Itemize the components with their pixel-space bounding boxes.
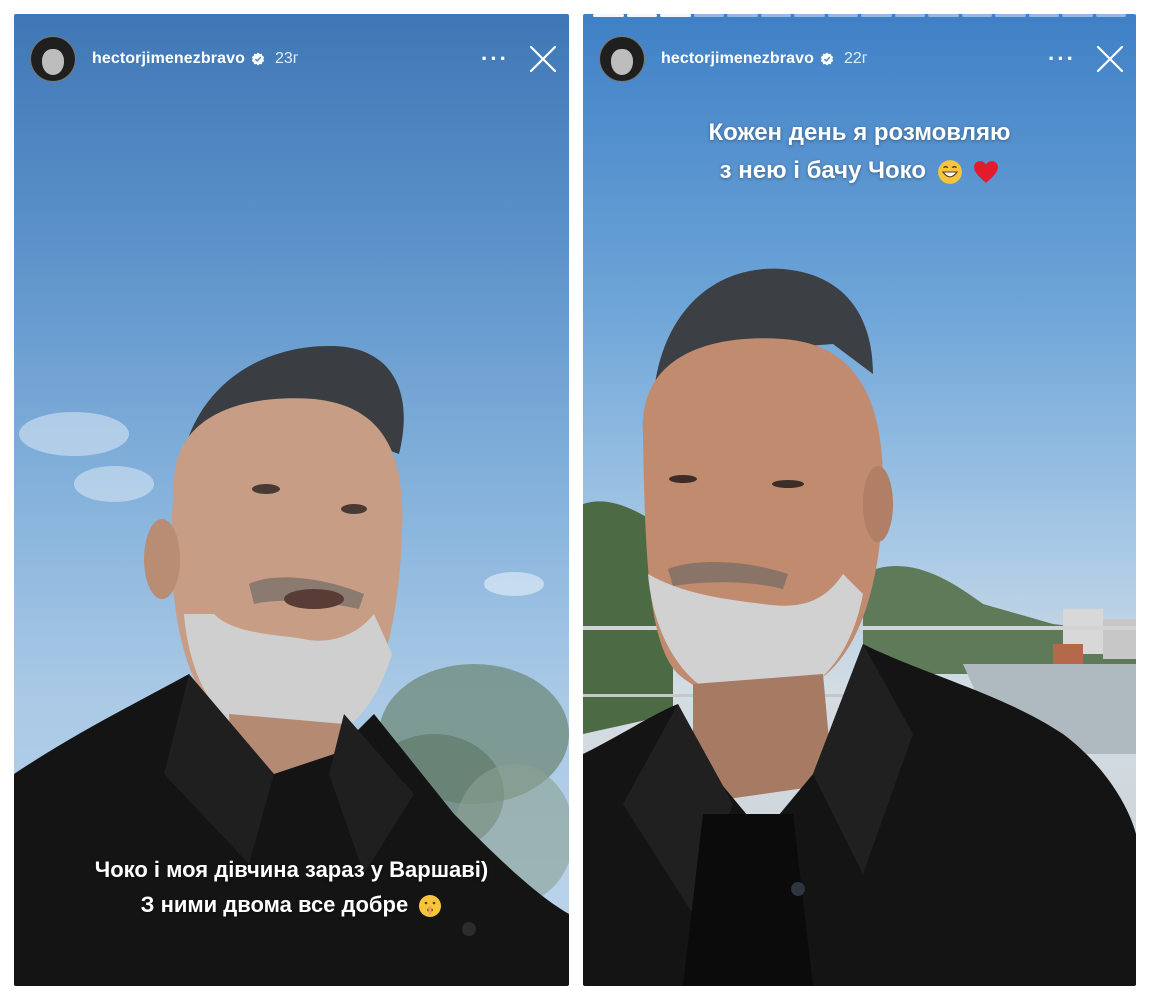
caption-line-1: Чоко і моя дівчина зараз у Варшаві) bbox=[94, 857, 489, 882]
more-options-icon[interactable]: ··· bbox=[1048, 48, 1076, 70]
caption-line-1: Кожен день я розмовляю bbox=[708, 119, 1011, 146]
shushing-face-emoji-icon bbox=[419, 895, 442, 918]
post-time: 23г bbox=[274, 50, 299, 67]
verified-badge-icon bbox=[251, 52, 265, 66]
story-caption: Чоко і моя дівчина зараз у Варшаві) З ни… bbox=[14, 852, 569, 922]
story-photo bbox=[14, 345, 569, 986]
verified-badge-icon bbox=[820, 52, 834, 66]
red-heart-emoji-icon bbox=[974, 160, 999, 183]
story-frame-left[interactable]: hectorjimenezbravo 23г ··· Чоко і моя ді… bbox=[14, 14, 569, 986]
avatar[interactable] bbox=[30, 36, 76, 82]
username[interactable]: hectorjimenezbravo bbox=[92, 50, 245, 68]
story-header: hectorjimenezbravo 23г ··· bbox=[30, 28, 559, 90]
more-options-icon[interactable]: ··· bbox=[481, 48, 509, 70]
story-frame-right[interactable]: hectorjimenezbravo 22г ··· Кожен день я … bbox=[583, 14, 1136, 986]
avatar[interactable] bbox=[599, 36, 645, 82]
close-icon[interactable] bbox=[1094, 43, 1126, 75]
story-header: hectorjimenezbravo 22г ··· bbox=[599, 28, 1126, 90]
username[interactable]: hectorjimenezbravo bbox=[661, 50, 814, 68]
close-icon[interactable] bbox=[527, 43, 559, 75]
story-progress-bar bbox=[593, 14, 1126, 17]
story-caption: Кожен день я розмовляю з нею і бачу Чоко bbox=[583, 114, 1136, 190]
grinning-face-emoji-icon bbox=[937, 159, 962, 184]
caption-line-2: З ними двома все добре bbox=[14, 887, 569, 922]
post-time: 22г bbox=[843, 50, 868, 67]
caption-line-2: з нею і бачу Чоко bbox=[583, 152, 1136, 190]
